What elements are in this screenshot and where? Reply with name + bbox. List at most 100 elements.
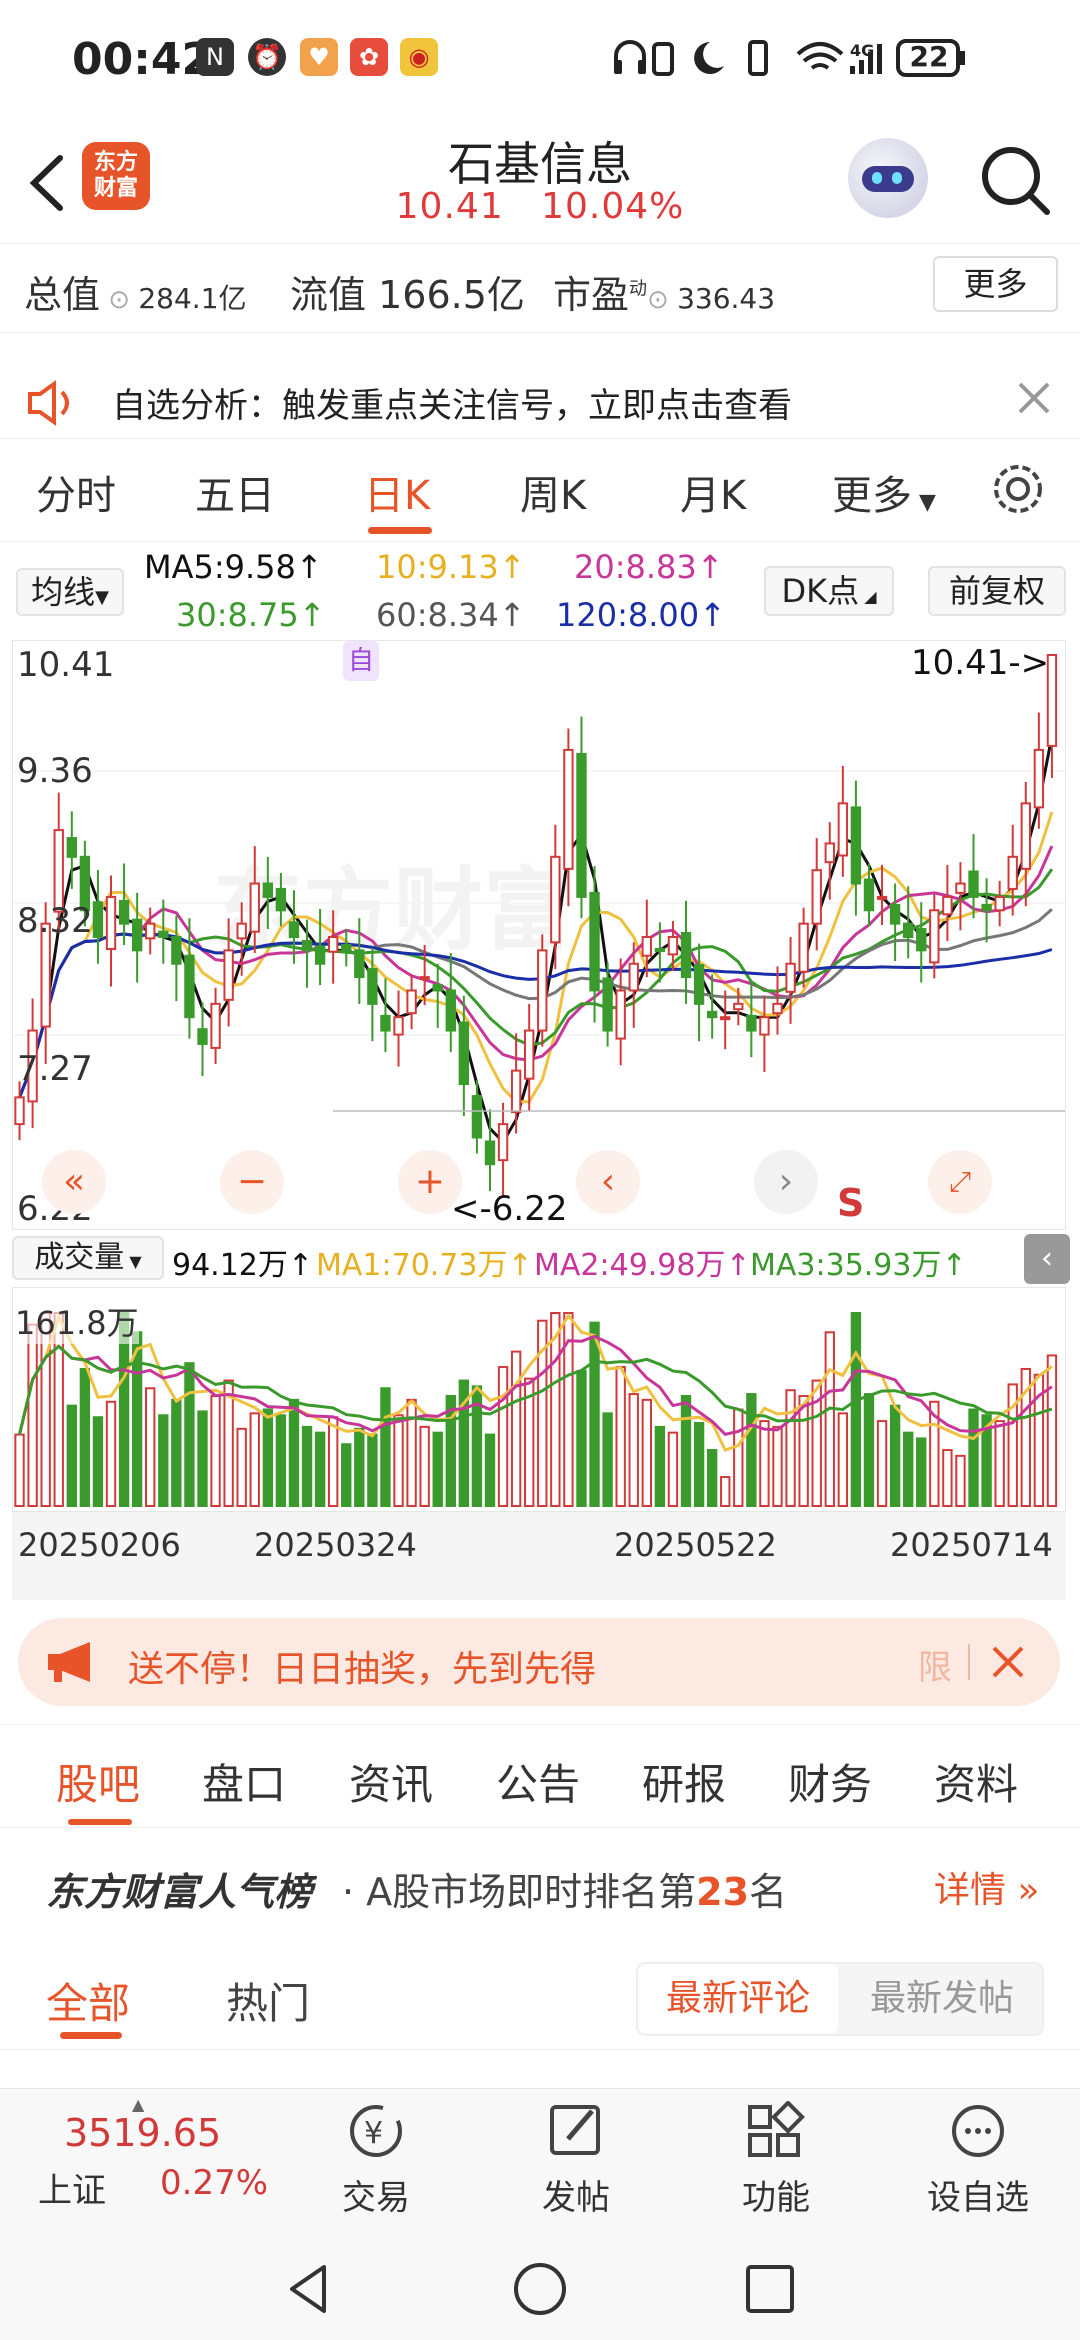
- candlestick-chart[interactable]: 东方财富 10.41 9.36 8.32 7.27 6.22 10.41-> <…: [12, 640, 1066, 1230]
- filter-hot[interactable]: 热门: [226, 1970, 310, 2031]
- tab-daily-k[interactable]: 日K: [364, 463, 430, 521]
- candle-body: [223, 949, 234, 1001]
- scroll-left-fast-button[interactable]: «: [42, 1150, 106, 1214]
- app-notification-icon: ♥: [300, 38, 338, 76]
- promo-text: 送不停！日日抽奖，先到先得: [128, 1649, 597, 1690]
- nav-add-watchlist[interactable]: 设自选: [908, 2101, 1048, 2219]
- assistant-robot-icon[interactable]: [848, 138, 928, 218]
- candle-body: [968, 870, 979, 898]
- tab-research[interactable]: 研报: [642, 1751, 726, 1812]
- tab-profile[interactable]: 资料: [934, 1751, 1018, 1812]
- volume-bar: [249, 1412, 260, 1507]
- tab-pankou[interactable]: 盘口: [202, 1751, 286, 1812]
- sort-toggle: 最新评论 最新发帖: [636, 1962, 1044, 2036]
- period-tabs: 分时 五日 日K 周K 月K 更多 ▼: [0, 438, 1080, 542]
- tab-weekly-k[interactable]: 周K: [520, 463, 586, 521]
- scroll-right-button[interactable]: ›: [754, 1150, 818, 1214]
- volume-bar: [876, 1420, 888, 1507]
- index-value[interactable]: 3519.65: [64, 2111, 221, 2155]
- popularity-rank[interactable]: 东方财富人气榜 · A股市场即时排名第23名 详情 »: [0, 1835, 1080, 1935]
- volume-bar: [916, 1437, 927, 1507]
- nav-home-icon[interactable]: [510, 2259, 570, 2319]
- battery-level: 22: [909, 40, 949, 73]
- volume-bar: [510, 1350, 522, 1507]
- candle-body: [262, 882, 274, 898]
- volume-bar: [589, 1321, 600, 1508]
- candle-body: [367, 968, 378, 1005]
- collapse-panel-icon[interactable]: ‹: [1024, 1234, 1070, 1284]
- stock-change: 10.04%: [541, 186, 685, 227]
- nfc-icon: N: [196, 38, 234, 76]
- nav-back-icon[interactable]: [280, 2259, 340, 2319]
- moving-average-row: 均线▼ MA5:9.58↑ 10:9.13↑ 20:8.83↑ 30:8.75↑…: [0, 548, 1080, 648]
- volume-bar: [850, 1312, 862, 1507]
- candle-body: [445, 989, 456, 1032]
- settings-gear-icon[interactable]: [990, 461, 1046, 517]
- filter-all[interactable]: 全部: [46, 1970, 130, 2031]
- nav-post[interactable]: 发帖: [506, 2101, 646, 2219]
- tab-more[interactable]: 更多 ▼: [832, 463, 936, 521]
- ma-type-select[interactable]: 均线▼: [16, 568, 124, 616]
- adjust-mode-button[interactable]: 前复权: [928, 566, 1066, 616]
- volume-chart[interactable]: 161.8万: [12, 1287, 1066, 1512]
- dk-point-button[interactable]: DK点 ◢: [764, 566, 894, 616]
- ma60-value: 60:8.34↑: [376, 596, 526, 634]
- zoom-out-button[interactable]: −: [220, 1150, 284, 1214]
- candle-body: [628, 962, 639, 992]
- tab-finance[interactable]: 财务: [788, 1751, 872, 1812]
- tab-guba[interactable]: 股吧: [56, 1751, 140, 1812]
- tab-intraday[interactable]: 分时: [36, 463, 116, 521]
- candle-body: [798, 922, 809, 973]
- nav-trade[interactable]: ¥ 交易: [306, 2101, 446, 2219]
- candle-body: [314, 945, 326, 965]
- tab-five-day[interactable]: 五日: [195, 463, 275, 521]
- status-bar: 00:42 N ⏰ ♥ ✿ ◉ 4G 22: [0, 0, 1080, 118]
- pe-ratio: 市盈动⊙ 336.43: [553, 273, 776, 317]
- volume-indicator-select[interactable]: 成交量 ▼: [12, 1236, 164, 1280]
- fullscreen-button[interactable]: ⤢: [928, 1150, 992, 1214]
- candle-body: [105, 895, 117, 951]
- volume-bar: [902, 1431, 914, 1507]
- analysis-banner[interactable]: 自选分析：触发重点关注信号，立即点击查看: [0, 360, 1080, 435]
- tab-monthly-k[interactable]: 月K: [680, 463, 746, 521]
- tab-announcements[interactable]: 公告: [496, 1751, 580, 1812]
- rank-detail-link[interactable]: 详情 »: [934, 1861, 1039, 1913]
- candle-body: [1033, 748, 1045, 809]
- promo-banner[interactable]: 送不停！日日抽奖，先到先得 限: [18, 1618, 1060, 1706]
- zoom-in-button[interactable]: +: [398, 1150, 462, 1214]
- volume-ma2: MA2:49.98万↑: [534, 1248, 751, 1283]
- volume-bar: [275, 1414, 287, 1507]
- nav-functions[interactable]: 功能: [706, 2100, 846, 2219]
- edit-icon: [550, 2105, 600, 2155]
- kline-svg: 东方财富: [13, 654, 1065, 1198]
- tab-news[interactable]: 资讯: [349, 1751, 433, 1812]
- alarm-icon: ⏰: [248, 38, 286, 76]
- candle-body: [497, 1123, 509, 1162]
- nav-recents-icon[interactable]: [740, 2259, 800, 2319]
- search-icon[interactable]: [975, 140, 1055, 220]
- volume-bar: [223, 1379, 234, 1507]
- yen-refresh-icon: ¥: [350, 2105, 402, 2157]
- sort-latest-comment[interactable]: 最新评论: [638, 1964, 838, 2034]
- close-promo-icon[interactable]: [990, 1644, 1026, 1680]
- candle-body: [667, 936, 679, 956]
- scroll-left-button[interactable]: ‹: [576, 1150, 640, 1214]
- candle-body: [837, 802, 849, 857]
- volume-bar: [746, 1393, 757, 1507]
- volume-max-label: 161.8万: [15, 1298, 139, 1344]
- ma10-value: 10:9.13↑: [376, 548, 526, 586]
- candle-body: [759, 1016, 770, 1036]
- x-label-2: 20250324: [254, 1526, 417, 1564]
- candle-body: [197, 1028, 208, 1045]
- volume-bar: [367, 1433, 378, 1507]
- volume-bar: [484, 1433, 496, 1507]
- candle-body: [380, 1014, 391, 1032]
- volume-bar: [889, 1404, 901, 1507]
- more-stats-button[interactable]: 更多: [933, 256, 1058, 312]
- volume-header: 成交量 ▼ 94.12万↑ MA1:70.73万↑ MA2:49.98万↑ MA…: [0, 1232, 1080, 1284]
- volume-bar: [314, 1431, 326, 1507]
- volume-bar: [680, 1394, 692, 1507]
- sort-latest-post[interactable]: 最新发帖: [842, 1964, 1042, 2034]
- rank-brand: 东方财富人气榜: [46, 1870, 313, 1914]
- close-icon[interactable]: [1016, 380, 1052, 416]
